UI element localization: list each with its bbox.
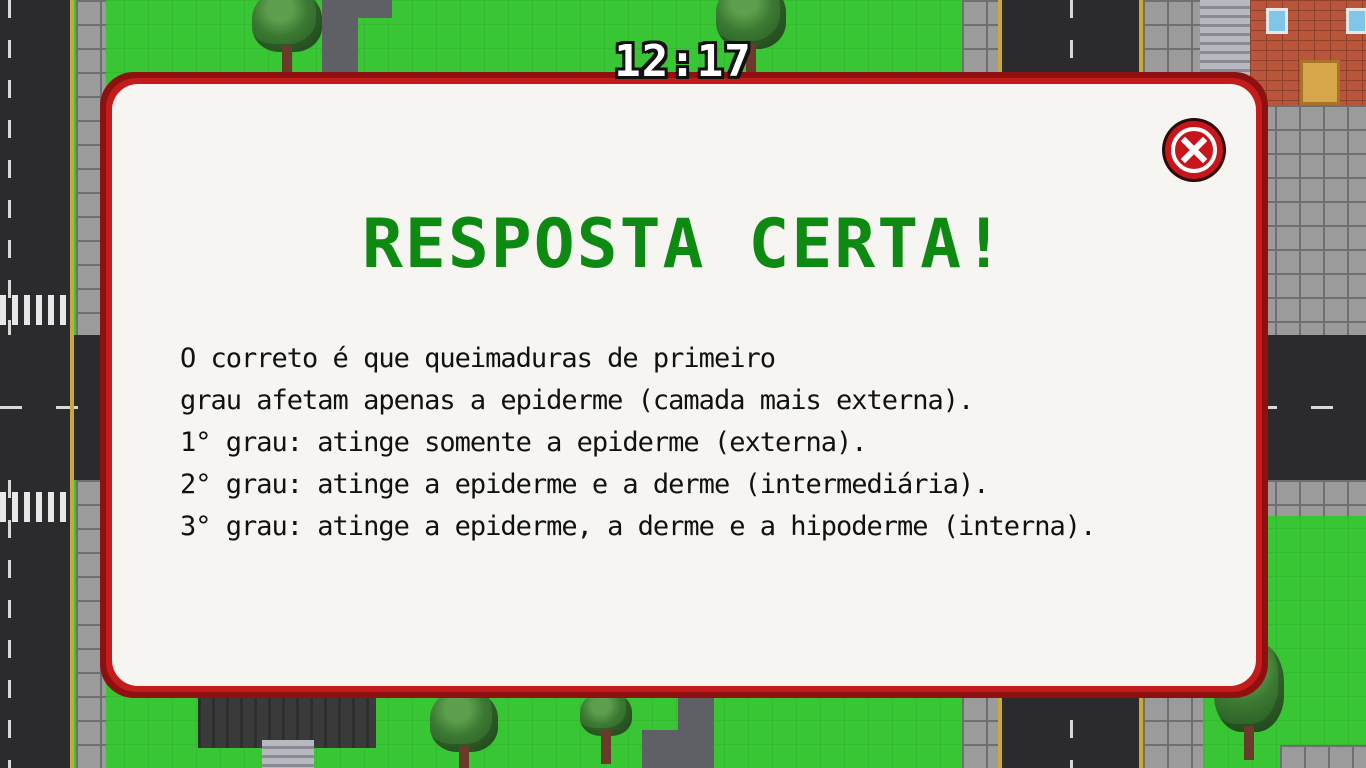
- building-window: [1266, 8, 1288, 34]
- dirt-path: [678, 690, 714, 768]
- explanation-line: 2° grau: atinge a epiderme e a derme (in…: [180, 469, 990, 500]
- dirt-path: [642, 730, 682, 768]
- road-lane-line: [0, 406, 100, 409]
- dialog-explanation: O correto é que queimaduras de primeiro …: [180, 338, 1240, 548]
- dialog-title: RESPOSTA CERTA!: [361, 205, 1007, 284]
- sidewalk: [1280, 745, 1366, 768]
- close-button[interactable]: [1162, 118, 1226, 182]
- crosswalk: [0, 492, 70, 522]
- dirt-path: [340, 0, 392, 18]
- explanation-line: O correto é que queimaduras de primeiro: [180, 343, 776, 374]
- tree: [430, 690, 498, 768]
- crosswalk: [0, 295, 70, 325]
- curb: [70, 0, 74, 768]
- game-clock: 12:17: [614, 36, 752, 87]
- explanation-line: 3° grau: atinge a epiderme, a derme e a …: [180, 511, 1096, 542]
- close-x-icon: [1171, 127, 1217, 173]
- building-window: [1346, 8, 1366, 34]
- tree: [580, 692, 632, 764]
- building-stairs: [262, 740, 314, 768]
- explanation-line: grau afetam apenas a epiderme (camada ma…: [180, 385, 974, 416]
- explanation-line: 1° grau: atinge somente a epiderme (exte…: [180, 427, 868, 458]
